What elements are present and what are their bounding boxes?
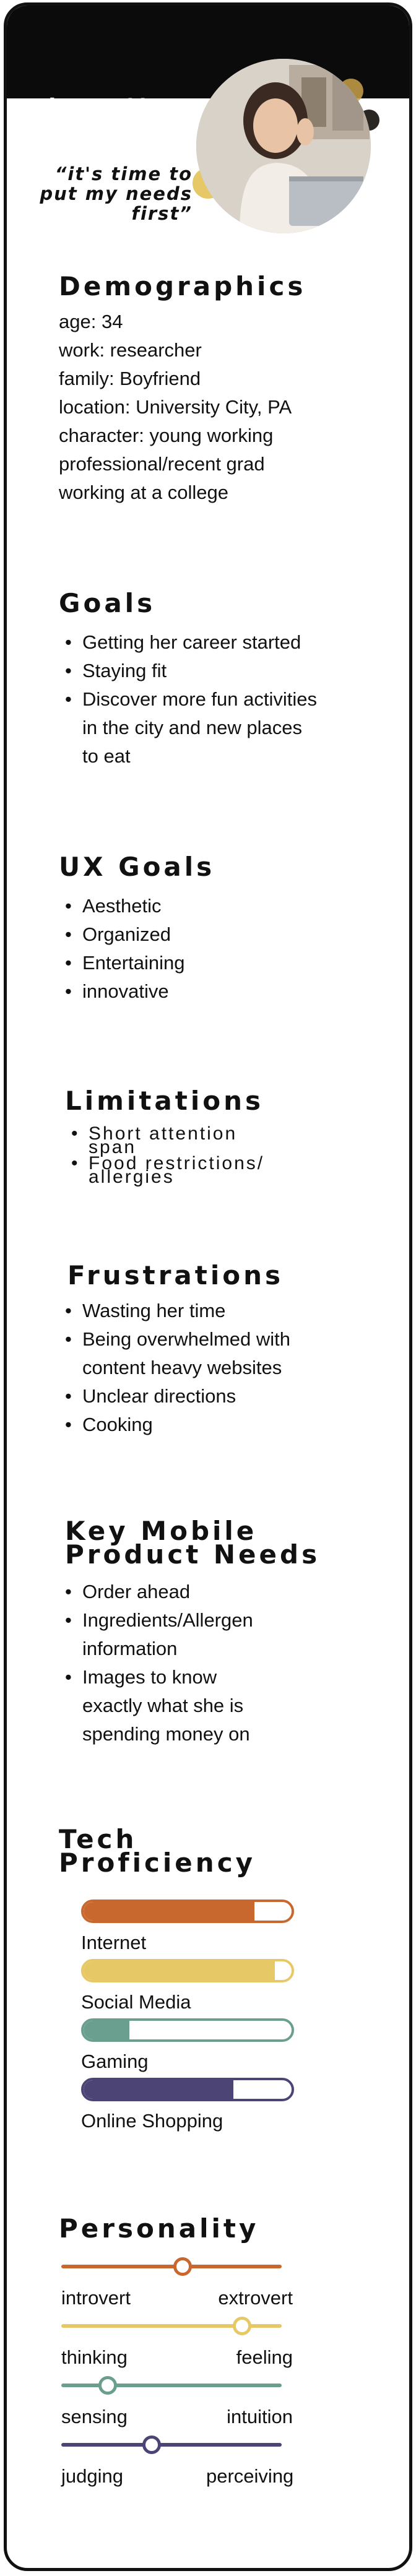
demographics-line: character: young working [59, 425, 274, 446]
list-item-text: Images to know [82, 1666, 217, 1688]
list-item-text: Being overwhelmed with [82, 1328, 291, 1350]
list-item: Being overwhelmed with content heavy web… [59, 1325, 290, 1382]
tech-title-line: Proficiency [59, 1848, 256, 1878]
list-item: innovative [59, 977, 184, 1006]
persona-name: Jennette Samson [28, 95, 189, 137]
list-item-text: Ingredients/Allergen [82, 1609, 253, 1631]
demographics-line: professional/recent grad [59, 453, 265, 475]
list-item: Images to know exactly what she is spend… [59, 1663, 253, 1748]
list-item-text: information [82, 1638, 178, 1659]
list-item: Organized [59, 920, 184, 949]
list-item-text: Getting her career started [82, 631, 301, 653]
list-item-text: in the city and new places [82, 717, 302, 738]
mobile-needs-list: Order ahead Ingredients/Allergen informa… [59, 1578, 253, 1748]
frustrations-title: Frustrations [67, 1260, 284, 1290]
quote-line: “it's time to [54, 163, 193, 184]
quote-line: put my needs [40, 183, 193, 204]
tech-bar-label: Internet [81, 1932, 147, 1953]
tech-bar-online-shopping [81, 2078, 294, 2101]
persona-photo [196, 59, 371, 233]
tech-bar-social-media [81, 1959, 294, 1982]
list-item: Getting her career started [59, 628, 317, 657]
tech-bar-label: Online Shopping [81, 2110, 223, 2132]
frustrations-list: Wasting her time Being overwhelmed with … [59, 1297, 290, 1439]
personality-right-label: intuition [227, 2406, 293, 2427]
tech-bar-fill [84, 1961, 275, 1980]
personality-scale-line [61, 2265, 282, 2268]
personality-scale-knob [173, 2257, 192, 2276]
tech-bar-fill [84, 2080, 233, 2099]
persona-last-name: Samson [55, 115, 162, 138]
persona-card: Jennette Samson “it's time to put my nee… [4, 2, 412, 2571]
persona-first-name: Jennette [48, 93, 168, 117]
ux-goals-title: UX Goals [59, 852, 215, 882]
list-item: Ingredients/Allergen information [59, 1606, 253, 1663]
list-item: Entertaining [59, 949, 184, 977]
personality-right-label: perceiving [206, 2465, 294, 2487]
demographics-list: age: 34 work: researcher family: Boyfrie… [59, 308, 292, 507]
quote-line: first” [131, 203, 193, 224]
list-item-text: Wasting her time [82, 1300, 226, 1321]
goals-title: Goals [59, 588, 156, 618]
demographics-line: working at a college [59, 482, 228, 503]
tech-bar-label: Gaming [81, 2051, 149, 2072]
list-item: Aesthetic [59, 892, 184, 920]
tech-bar-fill [84, 2021, 129, 2039]
personality-left-label: introvert [61, 2287, 131, 2309]
list-item: Discover more fun activities in the city… [59, 685, 317, 771]
list-item-text: Cooking [82, 1414, 153, 1435]
ux-goals-list: Aesthetic Organized Entertaining innovat… [59, 892, 184, 1006]
personality-left-label: thinking [61, 2346, 128, 2368]
list-item: Short attention span [65, 1125, 264, 1157]
tech-bar-label: Social Media [81, 1991, 191, 2013]
tech-bar-internet [81, 1900, 294, 1923]
personality-scale-line [61, 2443, 282, 2447]
personality-right-label: feeling [236, 2346, 293, 2368]
list-item: Unclear directions [59, 1382, 290, 1411]
tech-bar-fill [84, 1902, 254, 1921]
personality-scale-knob [232, 2317, 251, 2335]
persona-quote: “it's time to put my needs first” [25, 164, 193, 223]
list-item-text: spending money on [82, 1723, 250, 1745]
list-item: Cooking [59, 1411, 290, 1439]
demographics-line: family: Boyfriend [59, 368, 201, 389]
tech-bar-gaming [81, 2018, 294, 2042]
list-item-text: to eat [82, 745, 131, 767]
persona-photo-illustration [196, 59, 371, 233]
personality-scale-knob [98, 2376, 117, 2395]
personality-title: Personality [59, 2213, 259, 2244]
demographics-title: Demographics [59, 271, 306, 301]
mobile-needs-title-line: Product Needs [65, 1539, 321, 1570]
list-item-text: Unclear directions [82, 1385, 236, 1407]
tech-title: Tech Proficiency [59, 1826, 256, 1878]
demographics-line: location: University City, PA [59, 396, 292, 418]
list-item-text: Order ahead [82, 1581, 191, 1602]
personality-right-label: extrovert [218, 2287, 293, 2309]
limitations-list: Short attention span Food restrictions/ … [65, 1125, 264, 1186]
goals-list: Getting her career started Staying fit D… [59, 628, 317, 771]
list-item: Food restrictions/ allergies [65, 1154, 264, 1186]
personality-left-label: judging [61, 2465, 123, 2487]
demographics-line: age: 34 [59, 311, 123, 332]
list-item-text: Discover more fun activities [82, 688, 318, 710]
list-item: Order ahead [59, 1578, 253, 1606]
list-item-text: content heavy websites [82, 1357, 282, 1378]
demographics-line: work: researcher [59, 339, 202, 361]
list-item-text: exactly what she is [82, 1695, 244, 1716]
list-item: Staying fit [59, 657, 317, 685]
personality-left-label: sensing [61, 2406, 128, 2427]
mobile-needs-title: Key Mobile Product Needs [65, 1518, 321, 1570]
list-item: Wasting her time [59, 1297, 290, 1325]
limitations-title: Limitations [65, 1086, 264, 1116]
list-item-text: Staying fit [82, 660, 167, 681]
personality-scale-knob [142, 2436, 161, 2454]
personality-scale-line [61, 2384, 282, 2387]
